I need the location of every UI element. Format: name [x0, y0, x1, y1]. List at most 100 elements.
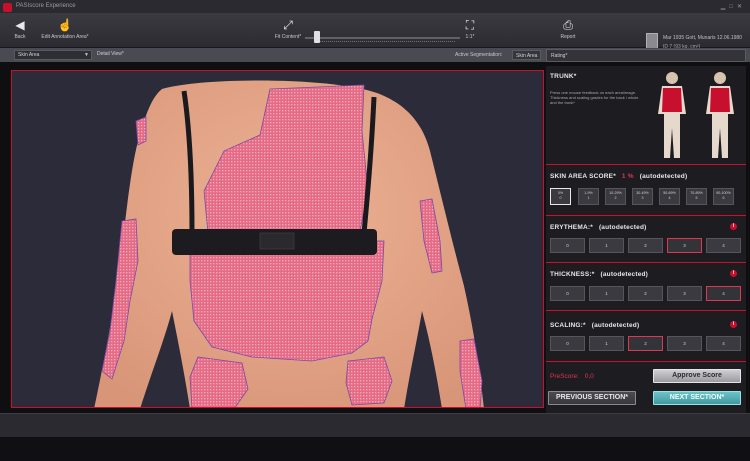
- app-logo-icon: [3, 3, 12, 12]
- lesion-shoulder-left: [135, 116, 147, 146]
- option-score: 3: [641, 196, 644, 200]
- zoom-actual-button[interactable]: ⛶ 1:1*: [460, 18, 480, 40]
- patient-avatar: [646, 33, 658, 49]
- option-score: 0: [559, 196, 562, 200]
- erythema-option[interactable]: 0: [550, 238, 585, 253]
- skin-area-option[interactable]: 10-29% 2: [605, 188, 626, 205]
- thickness-option[interactable]: 0: [550, 286, 585, 301]
- option-score: 2: [614, 196, 617, 200]
- printer-icon: ⎙: [563, 18, 573, 32]
- prescore-label: PreScore:: [550, 373, 579, 380]
- segmentation-value[interactable]: Skin Area: [512, 50, 542, 60]
- body-figure-back[interactable]: [706, 72, 734, 158]
- skin-area-option[interactable]: 50-69% 4: [659, 188, 680, 205]
- skin-area-options: 0% 0 1-9% 1 10-29% 2 30-49% 3 50-69% 4 70-89%…: [548, 188, 743, 205]
- scaling-options: 01234: [548, 336, 743, 351]
- patient-name: Mar 1935 Gott, Munaris 12.06.1980: [663, 35, 742, 41]
- body-map-figures[interactable]: [650, 68, 744, 162]
- rating-panel: TRUNK* Press one mouse feedback on each …: [546, 66, 746, 413]
- option-score: 5: [695, 196, 698, 200]
- thickness-option[interactable]: 4: [706, 286, 741, 301]
- skin-area-title: SKIN AREA SCORE* 1 % (autodetected): [550, 173, 687, 180]
- erythema-option[interactable]: 1: [589, 238, 624, 253]
- chevron-down-icon: ▼: [84, 52, 89, 58]
- zoom-slider-track[interactable]: [305, 37, 460, 39]
- zoom-slider-handle[interactable]: [313, 31, 320, 43]
- scaling-option[interactable]: 1: [589, 336, 624, 351]
- main-toolbar: ◀ Back ☝ Edit Annotation Area* ⤢ Fit Con…: [0, 14, 750, 50]
- erythema-title-text: ERYTHEMA:*: [550, 224, 593, 231]
- skin-area-auto: (autodetected): [639, 173, 688, 180]
- skin-area-percent: 1 %: [621, 173, 634, 180]
- expand-icon: ⛶: [465, 18, 475, 32]
- maximize-icon[interactable]: □: [729, 4, 737, 10]
- thickness-auto: (autodetected): [600, 271, 649, 278]
- view-options-bar: Skin Area ▼ Detail View* Active Segmenta…: [0, 48, 750, 62]
- section-divider: [546, 164, 746, 165]
- option-score: 1: [587, 196, 590, 200]
- fit-content-button[interactable]: ⤢ Fit Content*: [272, 18, 304, 40]
- section-divider: [546, 262, 746, 263]
- report-button[interactable]: ⎙ Report: [556, 18, 580, 40]
- segmentation-label: Active Segmentation:: [455, 52, 503, 58]
- scaling-option[interactable]: 0: [550, 336, 585, 351]
- body-figure-front[interactable]: [658, 72, 686, 158]
- zoom-slider-ticks: [315, 41, 455, 44]
- erythema-title: ERYTHEMA:* (autodetected): [550, 224, 647, 231]
- info-icon[interactable]: i: [730, 321, 737, 328]
- scaling-option[interactable]: 4: [706, 336, 741, 351]
- bra-clasp: [259, 232, 295, 250]
- edit-annotation-label: Edit Annotation Area*: [41, 34, 89, 40]
- thickness-option[interactable]: 1: [589, 286, 624, 301]
- info-icon[interactable]: i: [730, 223, 737, 230]
- region-description: Press one mouse feedback on each area/im…: [550, 90, 639, 105]
- report-label: Report: [560, 34, 576, 40]
- erythema-option[interactable]: 4: [706, 238, 741, 253]
- close-icon[interactable]: ✕: [737, 4, 746, 10]
- previous-section-button[interactable]: PREVIOUS SECTION*: [548, 391, 636, 405]
- next-section-button[interactable]: NEXT SECTION*: [653, 391, 741, 405]
- back-photo: [12, 71, 543, 407]
- view-mode-dropdown[interactable]: Skin Area ▼: [14, 50, 92, 60]
- region-title: TRUNK*: [550, 73, 577, 80]
- lesion-spot-left: [189, 356, 249, 407]
- skin-area-option[interactable]: 70-89% 5: [686, 188, 707, 205]
- erythema-options: 01234: [548, 238, 743, 253]
- fit-content-label: Fit Content*: [274, 34, 302, 40]
- detail-view-tab[interactable]: Detail View*: [94, 50, 174, 60]
- window-controls[interactable]: ▁□✕: [721, 3, 746, 10]
- scaling-option[interactable]: 3: [667, 336, 702, 351]
- view-mode-value: Skin Area: [18, 52, 40, 58]
- info-icon[interactable]: i: [730, 270, 737, 277]
- option-label: 0%: [557, 191, 564, 195]
- zoom-actual-label: 1:1*: [465, 34, 475, 40]
- skin-area-option[interactable]: 90-100% 6: [713, 188, 734, 205]
- status-bar: [0, 413, 750, 461]
- window-titlebar: PASIscore Experience ▁□✕: [0, 0, 750, 14]
- scaling-title: SCALING:* (autodetected): [550, 322, 639, 329]
- edit-annotation-button[interactable]: ☝ Edit Annotation Area*: [40, 18, 90, 40]
- prescore-value: 0,0: [584, 373, 594, 380]
- section-divider: [546, 310, 746, 311]
- option-label: 10-29%: [609, 191, 622, 195]
- option-label: 1-9%: [584, 191, 593, 195]
- erythema-option[interactable]: 3: [667, 238, 702, 253]
- thickness-title: THICKNESS:* (autodetected): [550, 271, 648, 278]
- section-divider: [546, 361, 746, 362]
- erythema-option[interactable]: 2: [628, 238, 663, 253]
- approve-score-button[interactable]: Approve Score: [653, 369, 741, 383]
- scaling-option[interactable]: 2: [628, 336, 663, 351]
- skin-area-title-text: SKIN AREA SCORE*: [550, 173, 616, 180]
- thickness-title-text: THICKNESS:*: [550, 271, 595, 278]
- back-button[interactable]: ◀ Back: [8, 18, 32, 40]
- thickness-option[interactable]: 2: [628, 286, 663, 301]
- patient-image-viewport[interactable]: [11, 70, 544, 408]
- hand-pointer-icon: ☝: [57, 18, 73, 32]
- back-arrow-icon: ◀: [15, 18, 25, 32]
- thickness-option[interactable]: 3: [667, 286, 702, 301]
- rating-tab[interactable]: Rating*: [546, 49, 746, 62]
- skin-area-option[interactable]: 0% 0: [550, 188, 571, 205]
- skin-area-option[interactable]: 30-49% 3: [632, 188, 653, 205]
- lesion-lower-back: [189, 240, 385, 362]
- skin-area-option[interactable]: 1-9% 1: [578, 188, 599, 205]
